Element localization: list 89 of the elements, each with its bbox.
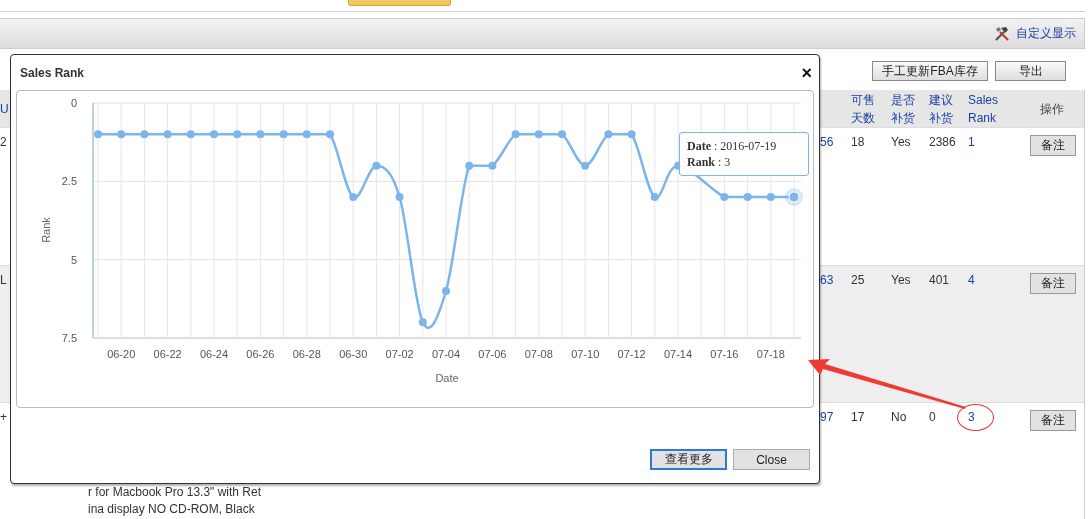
table-cell: 17 xyxy=(851,410,865,424)
top-button[interactable] xyxy=(348,0,451,6)
close-button[interactable]: × xyxy=(801,64,812,82)
column-header: U xyxy=(0,100,9,118)
data-point xyxy=(210,130,218,139)
data-point xyxy=(372,161,381,170)
data-point xyxy=(140,130,149,139)
note-button[interactable]: 备注 xyxy=(1030,135,1076,156)
data-point xyxy=(233,130,242,139)
product-title: r for Macbook Pro 13.3" with Ret ina display NO CD-ROM, Black xyxy=(88,484,262,518)
tooltip-text: Rank : 3 xyxy=(687,154,732,170)
table-cell: 2386 xyxy=(929,135,956,149)
table-cell: 0 xyxy=(929,410,936,424)
table-cell: No xyxy=(891,410,907,424)
data-point xyxy=(94,130,102,139)
dialog-button[interactable]: Close xyxy=(733,449,810,470)
data-point xyxy=(256,130,265,139)
x-tick-label: 06-22 xyxy=(153,348,182,360)
table-cell: 401 xyxy=(929,273,950,287)
x-tick-label: 06-28 xyxy=(292,348,321,360)
data-point xyxy=(604,130,613,139)
x-tick-label: 07-10 xyxy=(571,348,600,360)
data-point xyxy=(442,287,450,295)
x-tick-label: 06-26 xyxy=(246,348,275,360)
table-link[interactable]: 56 xyxy=(820,135,834,149)
x-axis-title: Date xyxy=(435,372,459,384)
y-axis-title: Rank xyxy=(40,217,52,243)
data-point xyxy=(418,318,427,327)
note-button[interactable]: 备注 xyxy=(1030,410,1076,431)
data-point xyxy=(349,193,358,201)
table-cell: 2 xyxy=(0,135,7,149)
tools-icon xyxy=(994,25,1010,42)
table-link[interactable]: 4 xyxy=(968,273,975,287)
data-point xyxy=(534,130,543,139)
data-point xyxy=(581,161,590,170)
table-cell: 25 xyxy=(851,273,865,287)
data-point xyxy=(488,161,497,170)
column-header: 操作 xyxy=(1040,100,1064,118)
y-tick-label: 5 xyxy=(70,253,77,266)
x-tick-label: 07-04 xyxy=(431,348,461,360)
table-link[interactable]: 1 xyxy=(968,135,975,149)
x-tick-label: 07-14 xyxy=(663,348,693,360)
y-tick-label: 0 xyxy=(70,97,77,109)
dialog-button[interactable]: 查看更多 xyxy=(650,449,727,470)
data-point xyxy=(627,130,636,139)
data-point xyxy=(511,130,520,139)
table-cell: Yes xyxy=(891,273,911,287)
table-link[interactable]: 3 xyxy=(968,410,975,424)
table-cell: Yes xyxy=(891,135,911,149)
table-link[interactable]: 97 xyxy=(820,410,834,424)
customize-display-link[interactable]: 自定义显示 xyxy=(1016,25,1076,42)
data-point xyxy=(279,130,288,139)
data-point xyxy=(650,193,659,201)
column-header: 是否补货 xyxy=(891,91,916,127)
table-cell: L xyxy=(0,273,7,287)
table-cell: + xyxy=(0,410,7,424)
x-tick-label: 07-08 xyxy=(524,348,553,360)
y-tick-label: 7.5 xyxy=(61,332,77,344)
x-tick-label: 07-02 xyxy=(385,348,414,360)
data-point xyxy=(186,130,195,139)
y-tick-label: 2.5 xyxy=(61,175,77,188)
toolbar-button[interactable]: 手工更新FBA库存 xyxy=(872,61,988,81)
note-button[interactable]: 备注 xyxy=(1030,273,1076,294)
column-header: Sales Rank xyxy=(968,91,1000,127)
data-point xyxy=(395,193,404,201)
tooltip-text: Date : 2016-07-19 xyxy=(687,138,778,154)
table-link[interactable]: 63 xyxy=(820,273,834,287)
x-tick-label: 07-16 xyxy=(710,348,739,360)
x-tick-label: 07-12 xyxy=(617,348,646,360)
column-header: 可售天数 xyxy=(851,91,876,127)
data-point xyxy=(302,130,311,139)
data-point xyxy=(163,130,172,139)
column-header: 建议补货 xyxy=(929,91,954,127)
data-point xyxy=(766,193,775,201)
x-tick-label: 06-24 xyxy=(199,348,229,360)
data-point xyxy=(743,193,752,201)
data-point xyxy=(785,188,803,206)
data-point xyxy=(465,161,474,170)
data-point xyxy=(326,130,334,139)
dialog-title: Sales Rank xyxy=(20,66,85,80)
data-point xyxy=(558,130,566,139)
x-tick-label: 06-20 xyxy=(107,348,136,360)
data-point xyxy=(117,130,126,139)
x-tick-label: 07-18 xyxy=(756,348,785,360)
toolbar-button[interactable]: 导出 xyxy=(995,61,1066,81)
x-tick-label: 06-30 xyxy=(339,348,368,360)
x-tick-label: 07-06 xyxy=(478,348,507,360)
data-point xyxy=(720,193,729,201)
table-cell: 18 xyxy=(851,135,865,149)
